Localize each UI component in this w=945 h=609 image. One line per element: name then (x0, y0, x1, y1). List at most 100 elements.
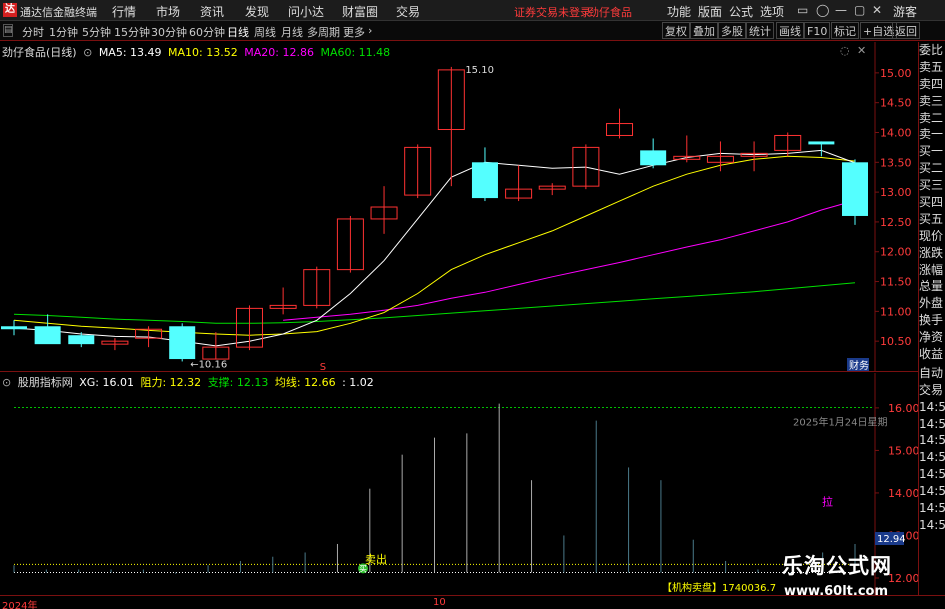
price-tick-label: 12.00 (880, 246, 912, 259)
quote-panel-item[interactable]: 14:56 (919, 449, 945, 466)
quote-panel-item[interactable]: 换手 (919, 312, 945, 329)
back-button[interactable]: 返回 (892, 22, 920, 39)
timeline-year: 2024年 (2, 601, 38, 609)
quote-panel-item[interactable]: 买一 (919, 143, 945, 160)
price-tick-label: 14.50 (880, 97, 912, 110)
quote-panel-item[interactable]: 14:56 (919, 399, 945, 416)
menu-options[interactable]: 选项 (760, 3, 784, 20)
menu-discover[interactable]: 发现 (245, 3, 269, 20)
adjust-button[interactable]: 复权 (662, 22, 690, 39)
tab-daily[interactable]: 日线 (227, 24, 249, 40)
quote-panel-item[interactable]: 卖一 (919, 126, 945, 143)
login-status[interactable]: 证券交易未登录 (514, 4, 591, 20)
indicator-tick-label: 16.00 (888, 402, 918, 415)
more-chevron-icon[interactable]: › (368, 24, 372, 37)
tab-more[interactable]: 更多 (343, 24, 365, 40)
tab-1min[interactable]: 1分钟 (49, 24, 78, 40)
tab-60min[interactable]: 60分钟 (189, 24, 225, 40)
maximize-icon[interactable]: ▢ (854, 3, 865, 17)
menu-quotes[interactable]: 行情 (112, 3, 136, 20)
price-tick-label: 13.00 (880, 186, 912, 199)
price-tick-label: 15.00 (880, 67, 912, 80)
institution-label: 【机构卖盘】1740036.7 (662, 581, 776, 594)
title-stock-name: 劲仔食品 (588, 6, 632, 19)
quote-panel-item[interactable]: 涨跌 (919, 245, 945, 262)
indicator-chart[interactable]: ⊙ 股朋指标网 XG: 16.01 阻力: 12.32 支撑: 12.13 均线… (0, 373, 918, 595)
kline-canvas: 15.00 14.50 14.00 13.50 13.00 12.50 12.00 11.50… (0, 42, 918, 372)
tab-5min[interactable]: 5分钟 (82, 24, 111, 40)
candle-body (808, 141, 835, 145)
menu-market[interactable]: 市场 (156, 3, 180, 20)
quote-panel-item[interactable]: 收益 (919, 346, 945, 363)
menu-formula[interactable]: 公式 (729, 3, 753, 20)
app-name: 通达信金融终端 (20, 6, 97, 19)
toolbar-menu-icon[interactable]: ▤ (3, 24, 13, 37)
minimize-icon[interactable]: — (835, 3, 847, 17)
watermark-url: www.60lt.com (784, 584, 889, 599)
quote-panel-item[interactable]: 总量 (919, 278, 945, 295)
price-tick-label: 10.50 (880, 335, 912, 348)
draw-line-button[interactable]: 画线 (776, 22, 804, 39)
tab-15min[interactable]: 15分钟 (114, 24, 150, 40)
multi-stock-button[interactable]: 多股 (718, 22, 746, 39)
candle-body (169, 326, 196, 360)
ma60-line (13, 282, 856, 324)
skin-icon[interactable]: ◯ (816, 3, 829, 17)
quote-panel-item[interactable]: 14:56 (919, 466, 945, 483)
ma20-line (283, 200, 856, 321)
tab-weekly[interactable]: 周线 (254, 24, 276, 40)
tab-multi-period[interactable]: 多周期 (307, 24, 340, 40)
quote-panel-item[interactable]: 外盘 (919, 295, 945, 312)
overlay-button[interactable]: 叠加 (690, 22, 718, 39)
price-tick-label: 13.50 (880, 156, 912, 169)
quote-panel-item[interactable]: 14:56 (919, 483, 945, 500)
restore-icon[interactable]: ▭ (797, 3, 808, 17)
quote-panel-item[interactable]: 卖二 (919, 110, 945, 127)
quote-panel-item[interactable]: 卖五 (919, 59, 945, 76)
ma10-line (13, 155, 856, 336)
tab-30min[interactable]: 30分钟 (151, 24, 187, 40)
price-tick-label: 14.00 (880, 126, 912, 139)
mark-button[interactable]: 标记 (831, 22, 859, 39)
quote-panel-item[interactable]: 买三 (919, 177, 945, 194)
f10-button[interactable]: F10 (804, 22, 831, 39)
tab-timeshare[interactable]: 分时 (22, 24, 44, 40)
menu-assistant[interactable]: 问小达 (288, 3, 324, 20)
quote-panel-item[interactable]: 现价 (919, 228, 945, 245)
menu-trade[interactable]: 交易 (396, 3, 420, 20)
candle-body (34, 326, 61, 345)
close-icon[interactable]: ✕ (872, 3, 882, 17)
date-label: 2025年1月24日星期 (793, 415, 888, 428)
menu-wealth-circle[interactable]: 财富圈 (342, 3, 378, 20)
high-price-label: 15.10 (465, 65, 494, 76)
quote-panel-item[interactable]: 14:56 (919, 517, 945, 534)
quote-panel-item[interactable]: 买五 (919, 211, 945, 228)
kline-chart[interactable]: 劲仔食品(日线) ⊙ MA5: 13.49 MA10: 13.52 MA20: … (0, 42, 918, 372)
quote-panel-item[interactable]: 卖四 (919, 76, 945, 93)
quote-panel-item[interactable]: 买二 (919, 160, 945, 177)
menu-news[interactable]: 资讯 (200, 3, 224, 20)
quote-panel-item[interactable]: 委比 (919, 42, 945, 59)
tab-monthly[interactable]: 月线 (281, 24, 303, 40)
quote-panel-item[interactable]: 14:56 (919, 500, 945, 517)
menu-function[interactable]: 功能 (667, 3, 691, 20)
statistics-button[interactable]: 统计 (746, 22, 774, 39)
quote-panel-item[interactable]: 卖三 (919, 93, 945, 110)
quote-panel-item[interactable]: 交易 (919, 382, 945, 399)
candle-body (471, 162, 498, 199)
quote-panel-item[interactable]: 14:56 (919, 432, 945, 449)
quote-panel: 委比 卖五 卖四 卖三 卖二 卖一 买一 买二 买三 买四 买五 现价 涨跌 涨幅 总量 外盘 换手 净资 收益自动… (918, 42, 945, 595)
watermark: 乐淘公式网 www.60lt.com (780, 550, 940, 606)
sell-signal: 卖出 (365, 552, 387, 566)
quote-panel-item[interactable]: 净资 (919, 329, 945, 346)
candle-body (68, 335, 95, 345)
menu-layout[interactable]: 版面 (698, 3, 722, 20)
guest-label[interactable]: 游客 (893, 3, 917, 20)
quote-panel-item[interactable]: 涨幅 (919, 262, 945, 279)
quote-panel-item[interactable]: 自动 (919, 365, 945, 382)
indicator-tick-label: 15.00 (888, 444, 918, 457)
quote-panel-item[interactable]: 14:56 (919, 416, 945, 433)
candle-body (1, 326, 27, 330)
buy-signal: 买 (359, 564, 367, 573)
quote-panel-item[interactable]: 买四 (919, 194, 945, 211)
